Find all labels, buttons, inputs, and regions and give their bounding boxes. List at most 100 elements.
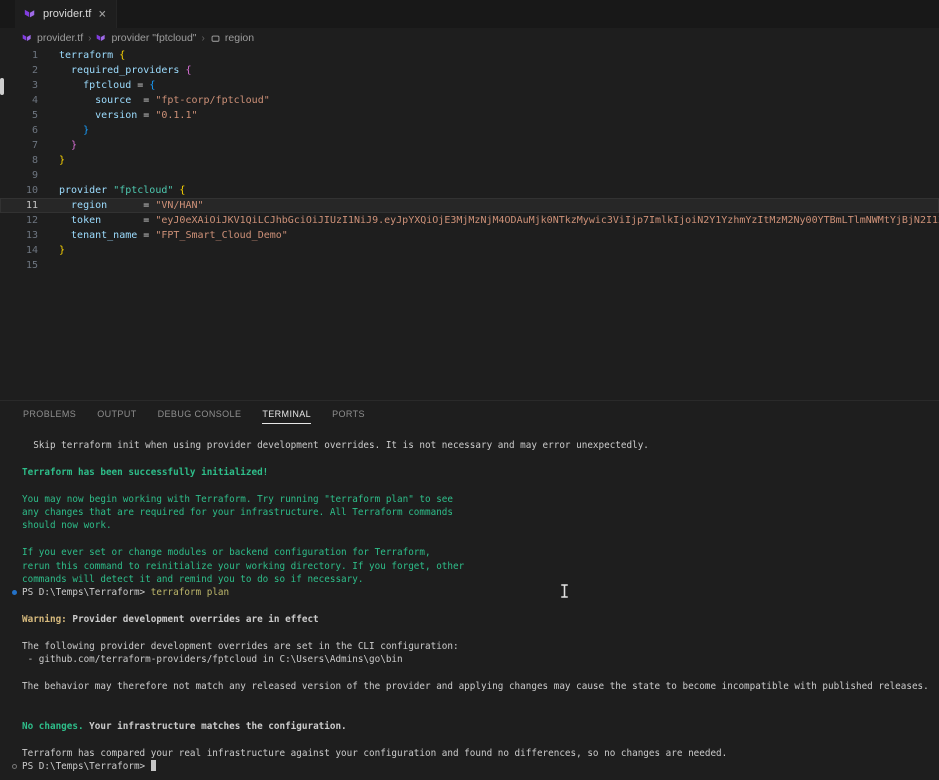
code-line[interactable]: 3 fptcloud = { (0, 78, 939, 93)
code-line[interactable]: 7 } (0, 138, 939, 153)
code-text: token = "eyJ0eXAiOiJKV1QiLCJhbGciOiJIUzI… (59, 213, 939, 228)
terminal-line: rerun this command to reinitialize your … (22, 560, 939, 573)
code-text: fptcloud = { (59, 78, 155, 93)
code-line[interactable]: 6 } (0, 123, 939, 138)
terminal-line (22, 452, 939, 465)
breadcrumb: provider.tf › provider "fptcloud" › region (0, 28, 939, 48)
vscode-window: provider.tf × provider.tf › provider "fptc… (0, 0, 939, 780)
terminal-line: If you ever set or change modules or bac… (22, 546, 939, 559)
code-line[interactable]: 4 source = "fpt-corp/fptcloud" (0, 93, 939, 108)
terminal-line (22, 734, 939, 747)
editor-tab-bar: provider.tf × (0, 0, 939, 28)
line-number: 5 (0, 108, 38, 123)
terminal-line (22, 707, 939, 720)
line-number: 7 (0, 138, 38, 153)
panel-tab-output[interactable]: OUTPUT (97, 404, 136, 424)
panel-tab-terminal[interactable]: TERMINAL (262, 404, 311, 424)
line-number: 12 (0, 213, 38, 228)
terminal-line: PS D:\Temps\Terraform> (22, 760, 939, 773)
terraform-icon (96, 33, 107, 44)
code-text: source = "fpt-corp/fptcloud" (59, 93, 270, 108)
code-text: provider "fptcloud" { (59, 183, 185, 198)
line-number: 8 (0, 153, 38, 168)
line-number: 4 (0, 93, 38, 108)
code-text: } (59, 153, 65, 168)
code-text: version = "0.1.1" (59, 108, 198, 123)
terminal-line: should now work. (22, 519, 939, 532)
terraform-file-icon (24, 8, 37, 21)
terraform-icon (22, 33, 33, 44)
code-text: } (59, 138, 77, 153)
breadcrumb-label: provider.tf (37, 32, 83, 44)
terminal-line: No changes. Your infrastructure matches … (22, 720, 939, 733)
mouse-cursor (560, 583, 569, 602)
code-line[interactable]: 12 token = "eyJ0eXAiOiJKV1QiLCJhbGciOiJI… (0, 213, 939, 228)
terminal-line: Terraform has been successfully initiali… (22, 466, 939, 479)
tab-title: provider.tf (43, 8, 91, 20)
code-text: region = "VN/HAN" (59, 198, 204, 213)
code-line[interactable]: 15 (0, 258, 939, 273)
code-text: } (59, 243, 65, 258)
code-line[interactable]: 1 terraform { (0, 48, 939, 63)
terminal-line: Terraform has compared your real infrast… (22, 747, 939, 760)
code-line[interactable]: 10 provider "fptcloud" { (0, 183, 939, 198)
panel-tab-debug-console[interactable]: DEBUG CONSOLE (158, 404, 242, 424)
breadcrumb-item[interactable]: region (210, 32, 254, 44)
breadcrumb-label: region (225, 32, 254, 44)
breadcrumb-separator: › (88, 33, 91, 44)
command-decoration-icon[interactable] (12, 590, 17, 595)
terminal-line (22, 626, 939, 639)
line-number: 9 (0, 168, 38, 183)
line-number: 11 (0, 198, 38, 213)
breadcrumb-label: provider "fptcloud" (111, 32, 196, 44)
terminal-line: You may now begin working with Terraform… (22, 493, 939, 506)
code-line[interactable]: 8} (0, 153, 939, 168)
line-number: 2 (0, 63, 38, 78)
symbol-block-icon (210, 33, 221, 44)
breadcrumb-item[interactable]: provider "fptcloud" (96, 32, 196, 44)
code-line[interactable]: 13 tenant_name = "FPT_Smart_Cloud_Demo" (0, 228, 939, 243)
command-decoration-icon[interactable] (12, 764, 17, 769)
terminal-line: any changes that are required for your i… (22, 506, 939, 519)
code-editor[interactable]: 1terraform {2 required_providers {3 fptc… (0, 48, 939, 400)
breadcrumb-item[interactable]: provider.tf (22, 32, 83, 44)
terminal-output[interactable]: Skip terraform init when using provider … (0, 427, 939, 774)
code-text: tenant_name = "FPT_Smart_Cloud_Demo" (59, 228, 288, 243)
terminal-line (22, 479, 939, 492)
bottom-panel: PROBLEMS OUTPUT DEBUG CONSOLE TERMINAL PORTS… (0, 400, 939, 780)
terminal-line (22, 667, 939, 680)
code-line[interactable]: 14} (0, 243, 939, 258)
terminal-line: - github.com/terraform-providers/fptclou… (22, 653, 939, 666)
line-number: 13 (0, 228, 38, 243)
line-number: 6 (0, 123, 38, 138)
terminal-cursor (151, 760, 157, 771)
terminal-line: Skip terraform init when using provider … (22, 439, 939, 452)
code-text: terraform { (59, 48, 125, 63)
left-edge-indicator (0, 78, 4, 95)
terminal-line: Warning: Provider development overrides … (22, 613, 939, 626)
code-text: } (59, 123, 89, 138)
code-line[interactable]: 2 required_providers { (0, 63, 939, 78)
terminal-line: The following provider development overr… (22, 640, 939, 653)
line-number: 1 (0, 48, 38, 63)
editor-lines: 1terraform {2 required_providers {3 fptc… (0, 48, 939, 273)
terminal-line: The behavior may therefore not match any… (22, 680, 939, 693)
terminal-line: PS D:\Temps\Terraform> terraform plan (22, 586, 939, 599)
code-line[interactable]: 5 version = "0.1.1" (0, 108, 939, 123)
breadcrumb-separator: › (202, 33, 205, 44)
terminal-line (22, 533, 939, 546)
panel-tab-problems[interactable]: PROBLEMS (23, 404, 76, 424)
close-icon[interactable]: × (97, 8, 107, 21)
code-line-current[interactable]: 11 region = "VN/HAN" (0, 198, 939, 213)
tab-provider-tf[interactable]: provider.tf × (15, 0, 117, 28)
code-text: required_providers { (59, 63, 191, 78)
panel-tabs: PROBLEMS OUTPUT DEBUG CONSOLE TERMINAL PORTS (0, 401, 939, 427)
terminal-line (22, 693, 939, 706)
panel-tab-ports[interactable]: PORTS (332, 404, 365, 424)
terminal-line (22, 600, 939, 613)
line-number: 10 (0, 183, 38, 198)
line-number: 14 (0, 243, 38, 258)
code-line[interactable]: 9 (0, 168, 939, 183)
line-number: 3 (0, 78, 38, 93)
line-number: 15 (0, 258, 38, 273)
